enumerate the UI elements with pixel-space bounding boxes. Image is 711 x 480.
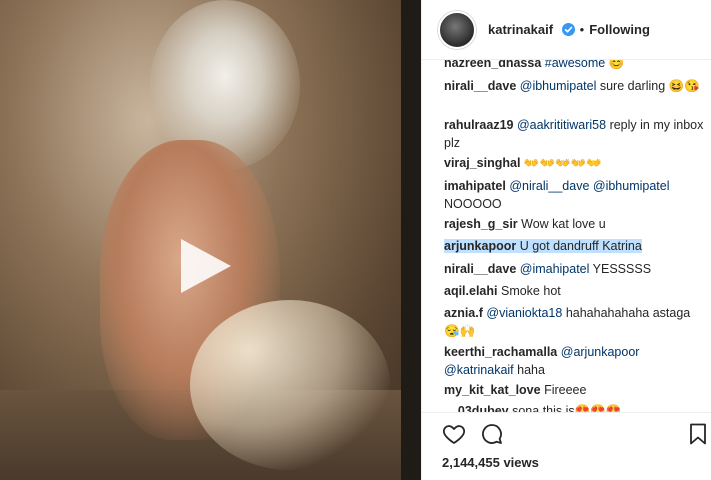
comment-username[interactable]: arjunkapoor [444,239,517,253]
following-button[interactable]: Following [589,22,650,37]
comment-text: haha [517,363,545,377]
comment-text: Fireeee [544,383,587,397]
comment-username[interactable]: nirali__dave [444,79,516,93]
comment-mention[interactable]: @imahipatel [520,262,590,276]
list-item: __03dubey sona this is😍😍😍 [444,402,706,412]
comment-text: 👐👐👐👐👐 [523,156,602,170]
list-item: my_kit_kat_love Fireeee [444,381,706,399]
comment-list[interactable]: nazreen_dhassa #awesome 😊 nirali__dave @… [422,60,711,412]
comment-text: NOOOOO [444,197,502,211]
comment-username[interactable]: rahulraaz19 [444,118,513,132]
comment-username[interactable]: rajesh_g_sir [444,217,518,231]
post-video[interactable] [0,0,421,480]
comment-username[interactable]: nirali__dave [444,262,516,276]
avatar[interactable] [438,10,476,49]
comment-username[interactable]: aznia.f [444,306,483,320]
video-edge [401,0,421,480]
view-count[interactable]: 2,144,455 views [442,455,539,470]
list-item: keerthi_rachamalla @arjunkapoor @katrina… [444,343,706,379]
comment-username[interactable]: viraj_singhal [444,156,520,170]
action-bar [422,412,711,452]
list-item: nirali__dave @imahipatel YESSSSS [444,260,706,278]
list-item: rahulraaz19 @aakrititiwari58 reply in my… [444,116,706,152]
comment-username[interactable]: my_kit_kat_love [444,383,541,397]
comment-username[interactable]: aqil.elahi [444,284,498,298]
post-header: katrinakaif • Following [422,0,711,60]
comment-mention[interactable]: @vianiokta18 [486,306,562,320]
post-sidebar: katrinakaif • Following nazreen_dhassa #… [421,0,711,480]
flowing-cloth [190,300,390,470]
list-item: aqil.elahi Smoke hot [444,282,706,300]
list-item: imahipatel @nirali__dave @ibhumipatel NO… [444,177,706,213]
comment-icon[interactable] [480,422,504,446]
play-icon[interactable] [175,237,233,295]
comment-username[interactable]: __03dubey [444,404,509,412]
bookmark-icon[interactable] [686,422,710,446]
comment-text: YESSSSS [592,262,652,276]
list-item: nazreen_dhassa #awesome 😊 [444,60,706,72]
comment-text: U got dandruff Katrina [519,239,642,253]
comment-mention[interactable]: @nirali__dave @ibhumipatel [509,179,669,193]
heart-icon[interactable] [442,422,466,446]
comment-text: Smoke hot [500,284,561,298]
comment-mention[interactable]: @ibhumipatel [520,79,597,93]
comment-username[interactable]: imahipatel [444,179,506,193]
comment-text: sure darling 😆😘 [599,79,700,93]
comment-text: sona this is😍😍😍 [512,404,622,412]
comment-text: Wow kat love u [521,217,606,231]
comment-mention[interactable]: @aakrititiwari58 [517,118,606,132]
header-username[interactable]: katrinakaif [488,22,575,37]
list-item-highlighted: arjunkapoor U got dandruff Katrina [444,237,706,255]
separator-dot: • [579,22,585,37]
verified-badge-icon [561,23,575,36]
list-item: aznia.f @vianiokta18 hahahahahaha astaga… [444,304,706,340]
comment-username[interactable]: nazreen_dhassa [444,60,541,70]
list-item: viraj_singhal 👐👐👐👐👐 [444,154,706,172]
list-item: rajesh_g_sir Wow kat love u [444,215,706,233]
list-item: nirali__dave @ibhumipatel sure darling 😆… [444,77,706,95]
comment-username[interactable]: keerthi_rachamalla [444,345,557,359]
